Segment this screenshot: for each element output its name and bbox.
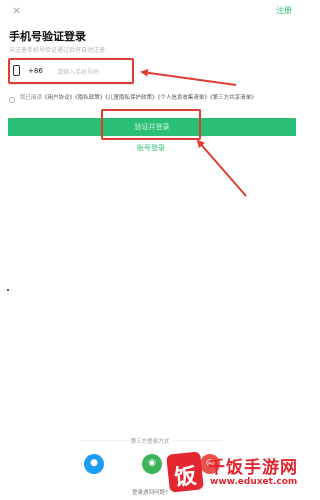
country-code-selector[interactable]: +86 <box>28 67 43 75</box>
stray-dot <box>7 289 9 291</box>
site-watermark: 饭 千饭手游网 www.eduxet.com <box>166 451 298 497</box>
link-privacy-policy[interactable]: 《隐私政策》 <box>75 95 105 101</box>
page-title: 手机号验证登录 <box>9 30 86 43</box>
agreement-text: 我已阅读《用户协议》《隐私政策》《儿童隐私保护政策》《个人信息收集清单》《第三方… <box>20 94 292 102</box>
link-child-privacy[interactable]: 《儿童隐私保护政策》 <box>105 95 157 101</box>
wechat-login-button[interactable]: ◉ <box>142 454 162 474</box>
annotation-arrow-1 <box>140 68 237 86</box>
password-login-link[interactable]: 账号登录 <box>137 143 165 153</box>
watermark-url: www.eduxet.com <box>210 477 298 487</box>
watermark-badge-char: 饭 <box>173 462 198 492</box>
agreement-radio[interactable] <box>9 97 15 103</box>
qq-login-button[interactable]: ● <box>84 454 104 474</box>
link-third-party-list[interactable]: 《第三方共享清单》 <box>210 95 257 101</box>
register-link[interactable]: 注册 <box>276 5 292 16</box>
verify-login-button[interactable]: 验证并登录 <box>8 118 296 136</box>
phone-input-row: +86 <box>8 58 134 85</box>
link-personal-info-list[interactable]: 《个人信息收集清单》 <box>158 95 210 101</box>
phone-icon <box>13 65 20 76</box>
top-bar: × 注册 <box>0 0 300 20</box>
agreement-prefix: 我已阅读 <box>20 95 43 101</box>
close-icon[interactable]: × <box>12 4 21 17</box>
watermark-logo: 饭 <box>166 451 204 493</box>
link-user-agreement[interactable]: 《用户协议》 <box>42 95 75 101</box>
watermark-site-name: 千饭手游网 <box>208 458 298 478</box>
third-party-label: 第三方登录方式 <box>130 439 170 445</box>
qq-icon: ● <box>90 458 98 468</box>
phone-number-input[interactable] <box>55 65 133 79</box>
wechat-icon: ◉ <box>148 458 156 468</box>
page-subtitle: 未注册手机号验证通过后将自动注册 <box>9 47 106 54</box>
annotation-arrow-2 <box>196 139 247 197</box>
agreement-row: 我已阅读《用户协议》《隐私政策》《儿童隐私保护政策》《个人信息收集清单》《第三方… <box>8 94 294 116</box>
